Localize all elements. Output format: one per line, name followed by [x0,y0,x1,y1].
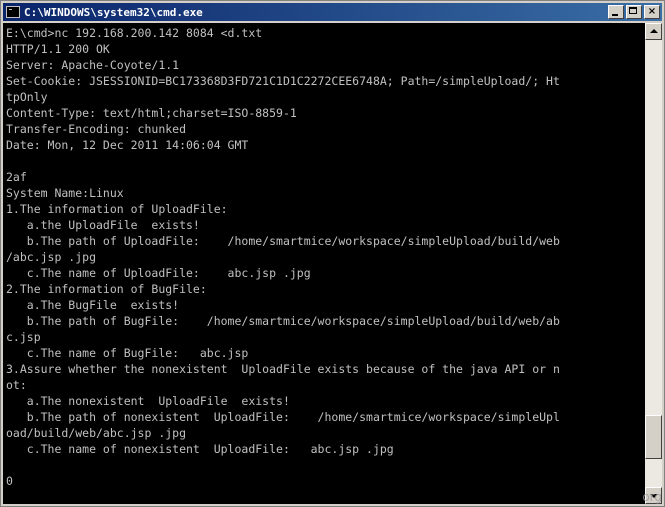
console-line: 0 [6,474,13,488]
console-line: 1.The information of UploadFile: [6,202,228,216]
console-line: c.jsp [6,330,41,344]
console-line: HTTP/1.1 200 OK [6,42,110,56]
console-line: a.the UploadFile exists! [6,218,200,232]
console-line: E:\cmd>nc 192.168.200.142 8084 <d.txt [6,26,263,40]
console-line: c.The name of UploadFile: abc.jsp .jpg [6,266,311,280]
window-title: C:\WINDOWS\system32\cmd.exe [24,5,203,19]
console-line: Date: Mon, 12 Dec 2011 14:06:04 GMT [6,138,249,152]
console-text: E:\cmd>nc 192.168.200.142 8084 <d.txt HTT… [3,23,645,504]
console-line: b.The path of BugFile: /home/smartmice/w… [6,314,560,328]
cmd-window: C:\WINDOWS\system32\cmd.exe × E:\cmd>nc … [0,0,665,507]
console-line: 2af [6,170,27,184]
console-line: 3.Assure whether the nonexistent UploadF… [6,362,560,376]
vertical-scrollbar[interactable] [645,23,662,504]
console-line: Content-Type: text/html;charset=ISO-8859… [6,106,297,120]
title-bar[interactable]: C:\WINDOWS\system32\cmd.exe × [3,3,662,21]
console-line: Transfer-Encoding: chunked [6,122,187,136]
close-icon: × [647,6,657,17]
scroll-up-button[interactable] [645,23,662,40]
arrow-up-icon [650,29,658,33]
console-line: System Name:Linux [6,186,124,200]
console-line: Set-Cookie: JSESSIONID=BC173368D3FD721C1… [6,74,560,88]
watermark: org [642,490,662,504]
console-line: b.The path of nonexistent UploadFile: /h… [6,410,560,424]
console-line: ot: [6,378,27,392]
console-line: oad/build/web/abc.jsp .jpg [6,426,187,440]
console-line: b.The path of UploadFile: /home/smartmic… [6,234,560,248]
window-controls: × [606,5,660,19]
console-line: c.The name of nonexistent UploadFile: ab… [6,442,394,456]
maximize-button[interactable] [626,5,642,19]
console-icon[interactable] [6,6,20,18]
console-output[interactable]: E:\cmd>nc 192.168.200.142 8084 <d.txt HTT… [3,23,645,504]
console-line: /abc.jsp .jpg [6,250,97,264]
close-button[interactable]: × [644,5,660,19]
console-line: 2.The information of BugFile: [6,282,207,296]
console-line: Server: Apache-Coyote/1.1 [6,58,180,72]
console-line: c.The name of BugFile: abc.jsp [6,346,249,360]
console-line: tpOnly [6,90,48,104]
minimize-button[interactable] [608,5,624,19]
console-line: a.The nonexistent UploadFile exists! [6,394,290,408]
scroll-thumb[interactable] [645,415,662,459]
console-line: a.The BugFile exists! [6,298,180,312]
